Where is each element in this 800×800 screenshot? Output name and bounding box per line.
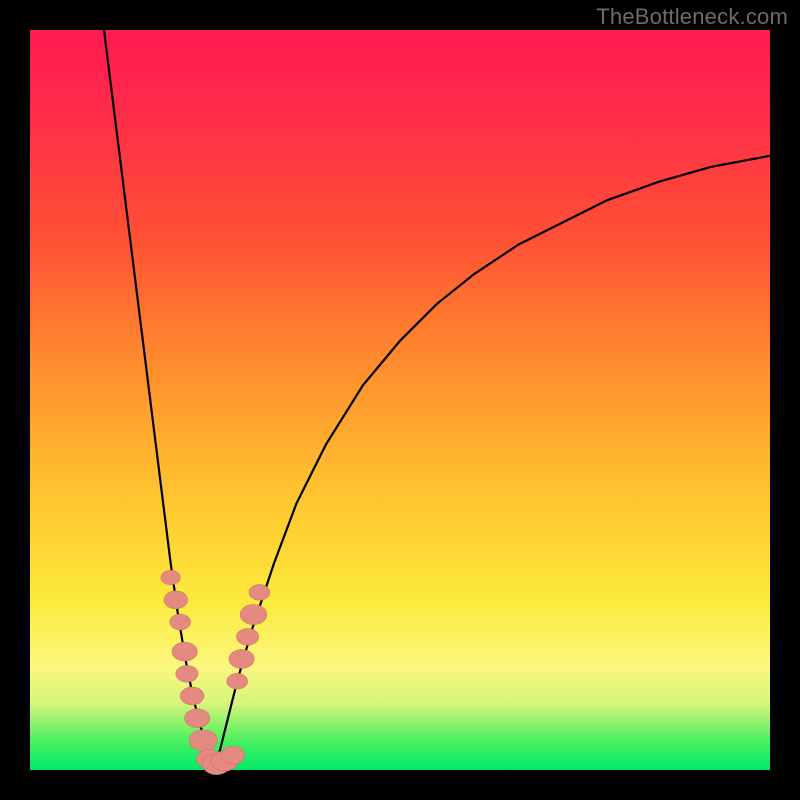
chart-frame: TheBottleneck.com — [0, 0, 800, 800]
curve-left-branch — [104, 30, 215, 770]
curve-right-branch — [215, 156, 770, 770]
curve-layer — [104, 30, 770, 770]
scatter-dot — [170, 614, 191, 630]
scatter-dot — [237, 629, 259, 646]
scatter-dot — [180, 687, 204, 705]
scatter-dot — [249, 585, 270, 601]
scatter-dot — [227, 673, 248, 689]
scatter-dot — [221, 746, 245, 764]
scatter-dot — [164, 591, 188, 609]
scatter-dot — [172, 642, 197, 661]
scatter-dot — [185, 709, 210, 728]
scatter-dot — [229, 650, 254, 669]
scatter-dot — [189, 730, 217, 751]
scatter-layer — [161, 570, 270, 774]
watermark-text: TheBottleneck.com — [596, 4, 788, 30]
scatter-dot — [240, 605, 267, 625]
scatter-dot — [161, 570, 180, 584]
scatter-dot — [176, 666, 198, 683]
plot-area — [30, 30, 770, 770]
chart-svg — [30, 30, 770, 770]
